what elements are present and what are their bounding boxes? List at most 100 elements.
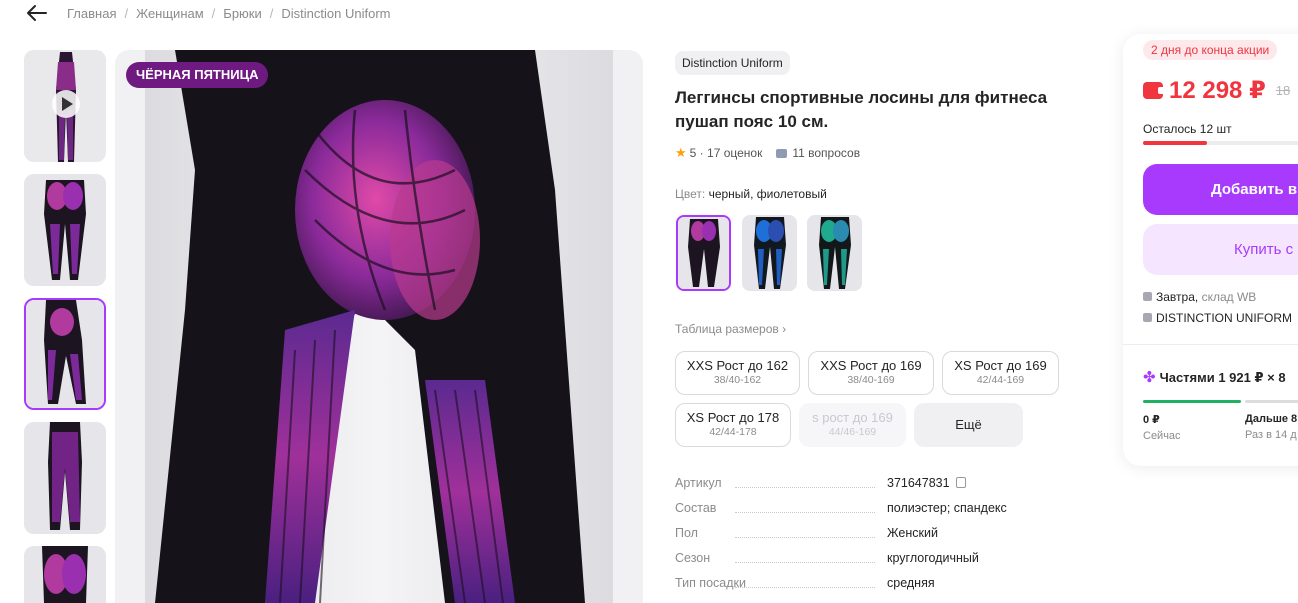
size-label: XS Рост до 178	[686, 410, 780, 425]
installment-icon: ✤	[1143, 369, 1156, 386]
spec-row-gender: Пол Женский	[675, 526, 1095, 542]
color-swatch-blue[interactable]	[742, 215, 797, 291]
questions-count[interactable]: 11 вопросов	[792, 146, 860, 160]
seller-link[interactable]: DISTINCTION UNIFORM	[1143, 311, 1292, 325]
rating-row: ★ 5 · 17 оценок 11 вопросов	[675, 145, 860, 161]
brand-chip[interactable]: Distinction Uniform	[675, 51, 790, 75]
installment-next: Дальше 8 Раз в 14 д	[1245, 413, 1297, 441]
wallet-icon	[1143, 82, 1165, 99]
spec-dots	[735, 562, 875, 563]
size-label: XS Рост до 169	[954, 358, 1047, 373]
reviews-count[interactable]: 17 оценок	[707, 146, 762, 160]
spec-value-article: 371647831	[887, 476, 966, 490]
divider	[1123, 344, 1298, 345]
breadcrumb: Главная / Женщинам / Брюки / Distinction Unifo…	[67, 6, 391, 21]
price: 12 298 ₽	[1169, 77, 1266, 104]
spec-key: Артикул	[675, 476, 722, 490]
color-swatch-green[interactable]	[807, 215, 862, 291]
size-label: XXS Рост до 162	[686, 358, 789, 373]
promo-badge: ЧЁРНАЯ ПЯТНИЦА	[126, 62, 269, 88]
buy-now-button[interactable]: Купить с	[1143, 224, 1298, 275]
installment-bar-paid	[1143, 400, 1241, 403]
seller-name: DISTINCTION UNIFORM	[1156, 311, 1292, 325]
thumb-back-full[interactable]	[24, 422, 106, 534]
size-option-3[interactable]: XS Рост до 169 42/44-169	[942, 351, 1059, 395]
installment-next-value: Дальше 8	[1245, 413, 1298, 425]
size-option-2[interactable]: XXS Рост до 169 38/40-169	[808, 351, 934, 395]
chevron-right-icon: ›	[782, 322, 787, 336]
spec-value: полиэстер; спандекс	[887, 501, 1007, 515]
installment-now-label: Сейчас	[1143, 430, 1181, 442]
play-icon[interactable]	[52, 90, 80, 118]
spec-key: Состав	[675, 501, 717, 515]
installment-now: 0 ₽ Сейчас	[1143, 413, 1181, 442]
size-option-5-unavailable: s рост до 169 44/46-169	[799, 403, 906, 447]
buy-panel: 2 дня до конца акции 12 298 ₽ 18 Осталос…	[1123, 34, 1298, 466]
thumb-partial[interactable]	[24, 546, 106, 603]
breadcrumb-home[interactable]: Главная	[67, 6, 116, 21]
spec-dots	[735, 487, 875, 488]
breadcrumb-women[interactable]: Женщинам	[136, 6, 204, 21]
size-sub: 38/40-162	[713, 374, 762, 386]
spec-dots	[735, 537, 875, 538]
questions-icon	[776, 148, 788, 158]
color-label: Цвет:	[675, 187, 706, 201]
stock-left: Осталось 12 шт	[1143, 122, 1232, 136]
back-arrow-icon[interactable]	[26, 4, 48, 22]
box-icon	[1143, 292, 1152, 301]
promo-deadline-badge: 2 дня до конца акции	[1143, 40, 1278, 60]
size-sub: 44/46-169	[828, 426, 877, 438]
stock-bar	[1143, 141, 1298, 145]
thumb-back-view[interactable]	[24, 174, 106, 286]
product-title: Леггинсы спортивные лосины для фитнеса п…	[675, 88, 1048, 131]
color-value: черный, фиолетовый	[708, 187, 827, 201]
spec-row-article: Артикул 371647831	[675, 476, 1095, 492]
delivery-when: Завтра,	[1156, 290, 1199, 304]
size-option-4[interactable]: XS Рост до 178 42/44-178	[675, 403, 791, 447]
spec-dots	[735, 587, 875, 588]
old-price: 18	[1275, 83, 1291, 98]
star-icon: ★	[675, 145, 687, 160]
delivery-info: Завтра, склад WB	[1143, 290, 1256, 304]
size-table-label: Таблица размеров	[675, 322, 779, 336]
size-option-1[interactable]: XXS Рост до 162 38/40-162	[675, 351, 800, 395]
spec-row-composition: Состав полиэстер; спандекс	[675, 501, 1095, 517]
breadcrumb-brand[interactable]: Distinction Uniform	[281, 6, 390, 21]
copy-icon[interactable]	[955, 477, 966, 488]
color-row: Цвет: черный, фиолетовый	[675, 187, 827, 201]
rating-value: 5	[689, 146, 697, 160]
delivery-where: склад WB	[1201, 290, 1257, 304]
spec-row-fit: Тип посадки средняя	[675, 576, 1095, 592]
price-row: 12 298 ₽ 18	[1143, 76, 1290, 105]
add-to-cart-button[interactable]: Добавить в	[1143, 164, 1298, 215]
spec-value: круглогодичный	[887, 551, 979, 565]
size-sub: 42/44-178	[709, 426, 757, 438]
size-label: s рост до 169	[812, 410, 893, 425]
spec-key: Сезон	[675, 551, 711, 565]
stock-fill	[1143, 141, 1207, 145]
spec-key: Пол	[675, 526, 698, 540]
spec-value: средняя	[887, 576, 935, 590]
product-page: Главная / Женщинам / Брюки / Distinction Unifo…	[0, 0, 1298, 603]
thumb-side-view[interactable]	[24, 298, 106, 410]
size-sub: 38/40-169	[847, 374, 895, 386]
spec-value: Женский	[887, 526, 938, 540]
spec-row-season: Сезон круглогодичный	[675, 551, 1095, 567]
size-sub: 42/44-169	[976, 374, 1025, 386]
size-table-link[interactable]: Таблица размеров ›	[675, 322, 786, 336]
installment-bar-rest	[1245, 400, 1298, 403]
installment-now-value: 0 ₽	[1143, 414, 1160, 426]
shop-icon	[1143, 313, 1152, 322]
spec-dots	[735, 512, 875, 513]
main-product-image[interactable]	[115, 50, 643, 603]
more-sizes-button[interactable]: Ещё	[914, 403, 1023, 447]
size-label: XXS Рост до 169	[820, 358, 922, 373]
installment-label: Частями 1 921 ₽ × 8	[1159, 370, 1286, 385]
article-number: 371647831	[887, 476, 950, 490]
breadcrumb-pants[interactable]: Брюки	[223, 6, 261, 21]
installment-next-label: Раз в 14 д	[1245, 429, 1297, 441]
color-swatch-purple[interactable]	[676, 215, 731, 291]
installment-option[interactable]: ✤ Частями 1 921 ₽ × 8	[1143, 368, 1286, 386]
rating-separator: ·	[696, 146, 708, 160]
thumb-video[interactable]	[24, 50, 106, 162]
